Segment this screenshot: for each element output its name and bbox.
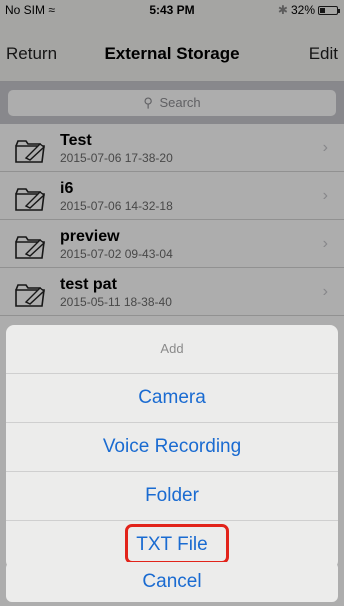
camera-option[interactable]: Camera [6,374,338,423]
cancel-button[interactable]: Cancel [6,562,338,602]
voice-recording-option[interactable]: Voice Recording [6,423,338,472]
highlight-box [125,524,229,564]
add-action-sheet: Add Camera Voice Recording Folder TXT Fi… [6,325,338,569]
sheet-title: Add [6,325,338,374]
folder-option[interactable]: Folder [6,472,338,521]
